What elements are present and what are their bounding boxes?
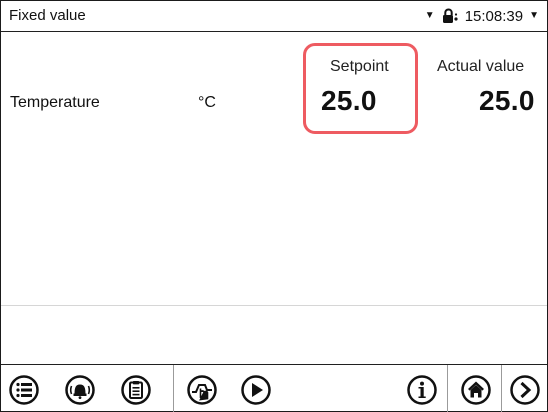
toolbar-separator: [447, 365, 448, 412]
temperature-unit: °C: [198, 94, 216, 111]
program-touch-icon[interactable]: [183, 371, 221, 409]
menu-icon[interactable]: [5, 371, 43, 409]
play-icon[interactable]: [237, 371, 275, 409]
setpoint-highlight-box: [303, 43, 418, 134]
actual-value: 25.0: [479, 85, 535, 116]
lock-icon[interactable]: [441, 7, 459, 25]
divider: [1, 305, 547, 306]
dropdown-triangle-icon[interactable]: ▼: [425, 11, 435, 21]
clock-time: 15:08:39: [464, 7, 524, 25]
info-icon[interactable]: [403, 371, 441, 409]
actual-value-column-header: Actual value: [437, 58, 525, 75]
alarm-icon[interactable]: [61, 371, 99, 409]
temperature-label: Temperature: [10, 94, 100, 111]
clipboard-icon[interactable]: [117, 371, 155, 409]
toolbar-separator: [501, 365, 502, 412]
toolbar-separator: [173, 365, 174, 412]
dropdown-triangle-icon[interactable]: ▼: [529, 11, 539, 21]
bottom-toolbar: [1, 365, 547, 412]
screen-title: Fixed value: [9, 7, 86, 24]
title-bar: Fixed value ▼ 15:08:39 ▼: [1, 1, 547, 32]
next-arrow-icon[interactable]: [506, 371, 544, 409]
home-icon[interactable]: [457, 371, 495, 409]
status-area: ▼ 15:08:39 ▼: [425, 7, 539, 25]
controller-screen: Fixed value ▼ 15:08:39 ▼ Setpoint Actual…: [0, 0, 548, 412]
